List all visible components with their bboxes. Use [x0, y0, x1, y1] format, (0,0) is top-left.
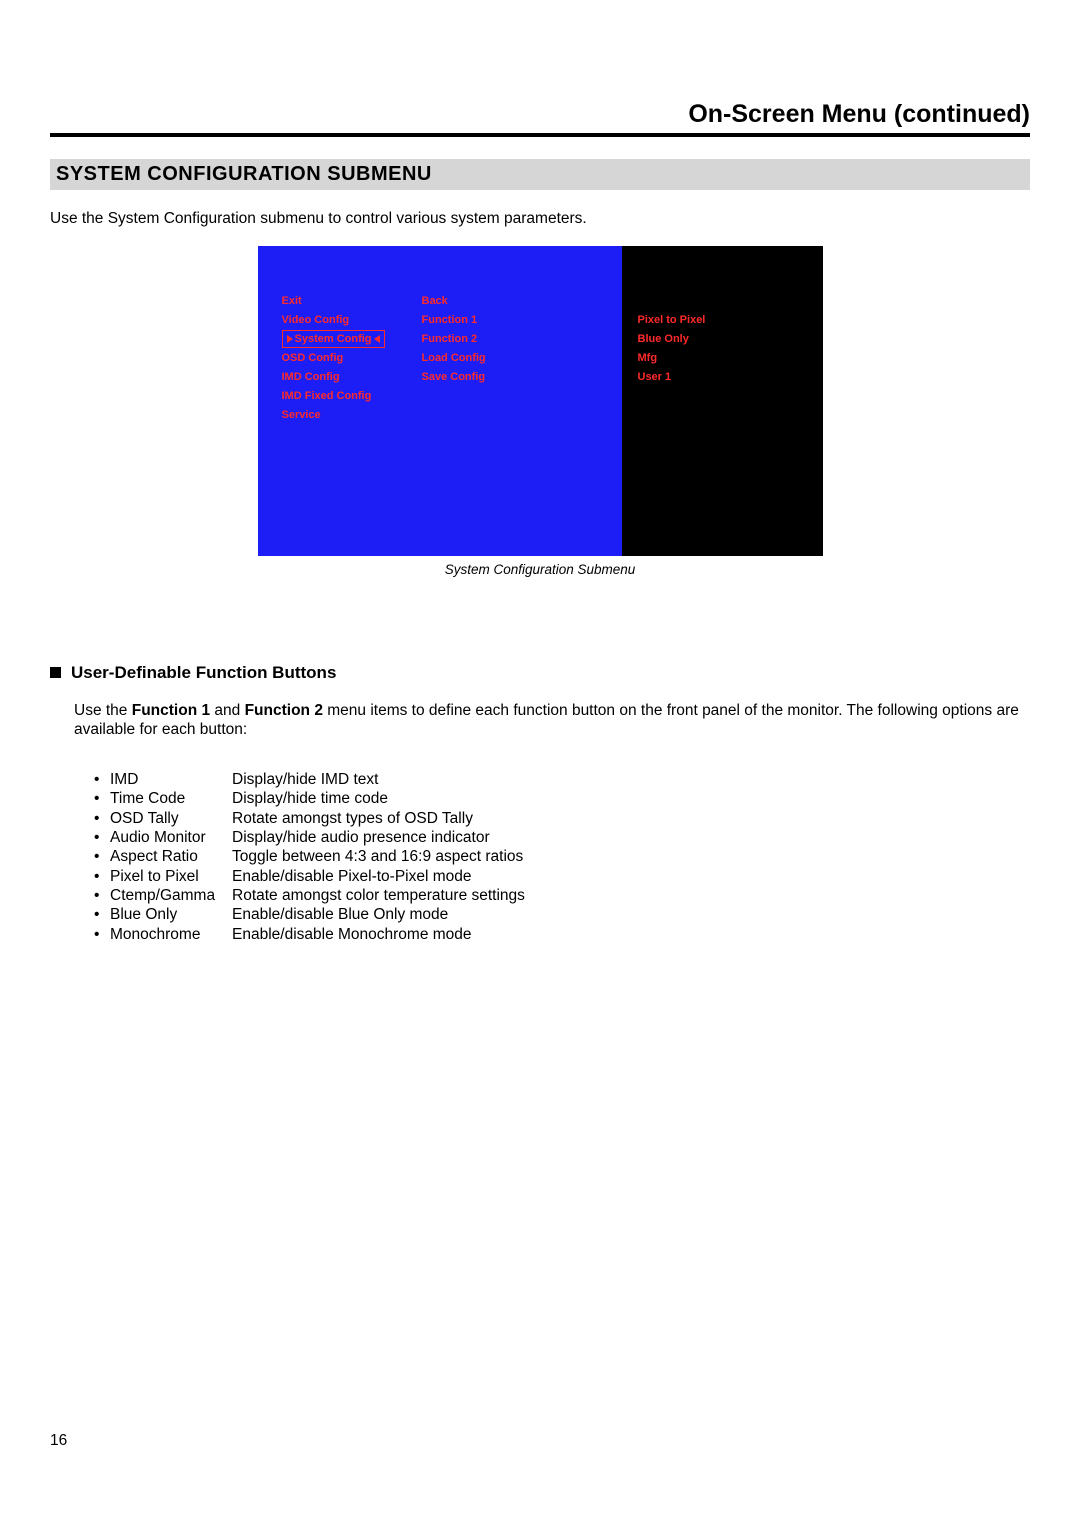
option-row: •Pixel to PixelEnable/disable Pixel-to-P… [94, 867, 1030, 886]
bullet-icon: • [94, 925, 110, 944]
option-desc: Enable/disable Pixel-to-Pixel mode [232, 867, 1030, 886]
option-row: •Audio MonitorDisplay/hide audio presenc… [94, 828, 1030, 847]
page-number: 16 [50, 1432, 67, 1450]
option-name: IMD [110, 770, 232, 789]
option-desc: Rotate amongst types of OSD Tally [232, 809, 1030, 828]
option-desc: Display/hide IMD text [232, 770, 1030, 789]
option-name: Monochrome [110, 925, 232, 944]
osd-value-item: Mfg [638, 349, 813, 368]
option-desc: Toggle between 4:3 and 16:9 aspect ratio… [232, 847, 1030, 866]
option-name: Audio Monitor [110, 828, 232, 847]
option-row: •Aspect RatioToggle between 4:3 and 16:9… [94, 847, 1030, 866]
osd-menu-item: Function 1 [422, 311, 602, 330]
osd-black-panel: Pixel to PixelBlue OnlyMfgUser 1 [622, 246, 823, 556]
page-title: On-Screen Menu (continued) [50, 100, 1030, 137]
osd-value-item: User 1 [638, 368, 813, 387]
osd-menu-item: Save Config [422, 368, 602, 387]
bullet-icon: • [94, 867, 110, 886]
osd-menu-item: Load Config [422, 349, 602, 368]
option-desc: Display/hide time code [232, 789, 1030, 808]
intro-text: Use the System Configuration submenu to … [50, 210, 1030, 228]
option-row: •Time CodeDisplay/hide time code [94, 789, 1030, 808]
osd-menu-col3: Pixel to PixelBlue OnlyMfgUser 1 [638, 292, 813, 387]
bullet-icon: • [94, 886, 110, 905]
option-name: Time Code [110, 789, 232, 808]
osd-menu-item: Function 2 [422, 330, 602, 349]
sub-body: Use the Function 1 and Function 2 menu i… [50, 701, 1030, 944]
section-heading: SYSTEM CONFIGURATION SUBMENU [50, 159, 1030, 190]
osd-blue-panel: ExitVideo ConfigSystem ConfigOSD ConfigI… [258, 246, 622, 556]
osd-menu-item: Exit [282, 292, 422, 311]
osd-menu-item: Back [422, 292, 602, 311]
options-list: •IMDDisplay/hide IMD text•Time CodeDispl… [74, 770, 1030, 944]
bullet-icon: • [94, 828, 110, 847]
osd-spacer [638, 292, 813, 311]
option-desc: Enable/disable Blue Only mode [232, 905, 1030, 924]
option-desc: Display/hide audio presence indicator [232, 828, 1030, 847]
osd-figure-wrap: ExitVideo ConfigSystem ConfigOSD ConfigI… [50, 246, 1030, 579]
option-desc: Enable/disable Monochrome mode [232, 925, 1030, 944]
sub-para-mid: and [210, 702, 244, 719]
sub-para-b2: Function 2 [245, 702, 323, 719]
osd-value-item: Pixel to Pixel [638, 311, 813, 330]
bullet-icon: • [94, 770, 110, 789]
option-row: •Ctemp/GammaRotate amongst color tempera… [94, 886, 1030, 905]
option-row: •MonochromeEnable/disable Monochrome mod… [94, 925, 1030, 944]
osd-screen: ExitVideo ConfigSystem ConfigOSD ConfigI… [258, 246, 823, 556]
osd-menu-col1: ExitVideo ConfigSystem ConfigOSD ConfigI… [282, 292, 422, 425]
option-row: •OSD TallyRotate amongst types of OSD Ta… [94, 809, 1030, 828]
osd-menu-item-label: System Config [295, 333, 372, 345]
option-desc: Rotate amongst color temperature setting… [232, 886, 1030, 905]
osd-menu-item: IMD Fixed Config [282, 387, 422, 406]
option-name: Blue Only [110, 905, 232, 924]
sub-para-b1: Function 1 [132, 702, 210, 719]
osd-menu-col2: BackFunction 1Function 2Load ConfigSave … [422, 292, 602, 425]
option-name: OSD Tally [110, 809, 232, 828]
figure-caption: System Configuration Submenu [258, 562, 823, 577]
osd-menu-item: IMD Config [282, 368, 422, 387]
sub-heading-text: User-Definable Function Buttons [71, 663, 336, 682]
sub-paragraph: Use the Function 1 and Function 2 menu i… [74, 701, 1030, 740]
sub-heading: User-Definable Function Buttons [50, 663, 1030, 683]
triangle-left-icon [374, 335, 380, 343]
sub-para-pre: Use the [74, 702, 132, 719]
option-name: Aspect Ratio [110, 847, 232, 866]
bullet-icon: • [94, 789, 110, 808]
option-name: Ctemp/Gamma [110, 886, 232, 905]
bullet-icon: • [94, 847, 110, 866]
osd-menu-item-selected: System Config [282, 330, 385, 348]
option-name: Pixel to Pixel [110, 867, 232, 886]
option-row: •IMDDisplay/hide IMD text [94, 770, 1030, 789]
triangle-right-icon [287, 335, 293, 343]
bullet-icon: • [94, 809, 110, 828]
bullet-icon: • [94, 905, 110, 924]
square-bullet-icon [50, 667, 61, 678]
osd-menu-item: OSD Config [282, 349, 422, 368]
option-row: •Blue OnlyEnable/disable Blue Only mode [94, 905, 1030, 924]
osd-menu-item: Video Config [282, 311, 422, 330]
osd-menu-item: System Config [282, 330, 422, 349]
osd-menu-item: Service [282, 406, 422, 425]
osd-value-item: Blue Only [638, 330, 813, 349]
